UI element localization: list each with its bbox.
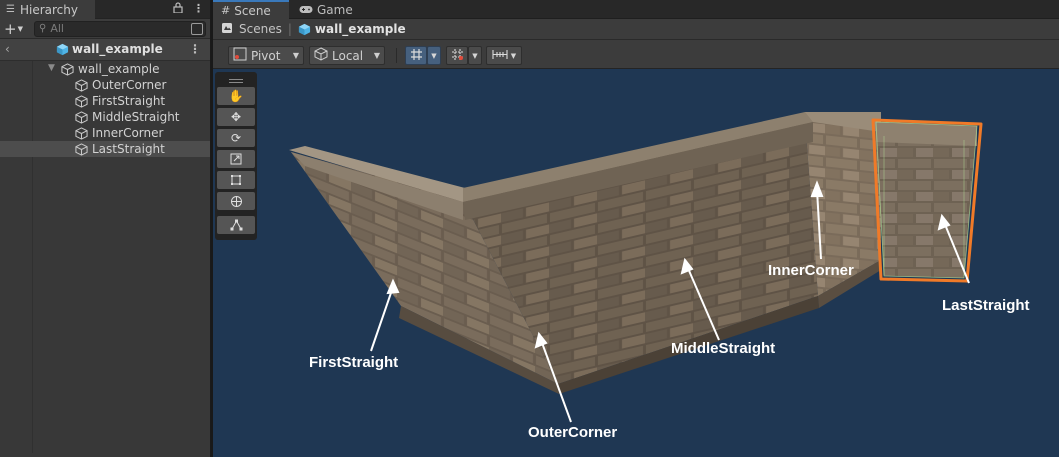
gameobject-cube-icon xyxy=(75,126,88,140)
breadcrumb-root[interactable]: Scenes xyxy=(239,22,282,36)
breadcrumb-current[interactable]: wall_example xyxy=(298,22,406,36)
pivot-icon xyxy=(233,47,247,64)
grid-dropdown[interactable]: ▼ xyxy=(468,46,482,65)
chevron-down-icon: ▼ xyxy=(373,51,380,60)
lock-icon[interactable] xyxy=(173,2,183,16)
increment-snap-button[interactable]: ▼ xyxy=(486,46,522,65)
cube-icon xyxy=(298,23,310,35)
hierarchy-tab-bar: ☰ Hierarchy ⋮ xyxy=(0,0,210,19)
gameobject-cube-icon xyxy=(75,94,88,108)
rotate-tool-icon[interactable]: ⟳ xyxy=(217,129,255,147)
tool-palette: ✋ ✥ ⟳ xyxy=(215,72,257,240)
tab-label: Game xyxy=(317,2,353,17)
tree-item-label: OuterCorner xyxy=(92,78,167,92)
tree-item-label: FirstStraight xyxy=(92,94,166,108)
hierarchy-search: ⚲ xyxy=(34,20,206,37)
gameobject-cube-icon xyxy=(75,110,88,124)
label-outer-corner: OuterCorner xyxy=(528,424,618,441)
tool-palette-grip[interactable] xyxy=(217,75,255,87)
gameobject-cube-icon xyxy=(75,142,88,156)
search-mode-icon[interactable] xyxy=(191,22,203,35)
wall-model xyxy=(289,112,983,423)
space-dropdown[interactable]: Local ▼ xyxy=(309,46,385,65)
hand-tool-icon[interactable]: ✋ xyxy=(217,87,255,105)
prefab-cube-icon xyxy=(61,62,74,76)
gamepad-icon xyxy=(299,3,313,17)
chevron-down-icon: ▼ xyxy=(17,24,23,33)
tab-scene[interactable]: # Scene xyxy=(213,0,289,19)
panel-menu-icon[interactable]: ⋮ xyxy=(193,2,204,16)
hierarchy-tab-title: Hierarchy xyxy=(19,2,78,17)
tree-item-label: LastStraight xyxy=(92,142,165,156)
cube-icon xyxy=(56,43,69,55)
scale-tool-icon[interactable] xyxy=(217,150,255,168)
tree-item-label: MiddleStraight xyxy=(92,110,180,124)
scene-panel: # Scene Game Scenes | wall_example Pivot… xyxy=(213,0,1059,457)
rect-tool-icon[interactable] xyxy=(217,171,255,189)
search-input[interactable] xyxy=(50,22,171,35)
label-last-straight: LastStraight xyxy=(942,297,1030,314)
grid-icon: # xyxy=(221,4,231,17)
tab-game[interactable]: Game xyxy=(291,0,361,19)
tree-item-wall-example[interactable]: ▼ wall_example xyxy=(0,61,210,77)
tree-item-first-straight[interactable]: FirstStraight xyxy=(0,93,210,109)
grid-visibility-toggle[interactable] xyxy=(446,46,468,65)
tree-item-outer-corner[interactable]: OuterCorner xyxy=(0,77,210,93)
chevron-down-icon: ▼ xyxy=(431,51,437,60)
breadcrumb: Scenes | wall_example xyxy=(213,19,1059,40)
label-middle-straight: MiddleStraight xyxy=(671,340,776,357)
create-button[interactable]: + ▼ xyxy=(4,19,30,38)
hierarchy-tree: ▼ wall_example OuterCorner FirstStraight… xyxy=(0,61,210,453)
scenes-folder-icon xyxy=(221,22,233,37)
breadcrumb-separator: | xyxy=(287,22,292,36)
tree-item-inner-corner[interactable]: InnerCorner xyxy=(0,125,210,141)
custom-editor-tool-icon[interactable] xyxy=(217,216,255,234)
move-tool-icon[interactable]: ✥ xyxy=(217,108,255,126)
chevron-down-icon: ▼ xyxy=(472,51,478,60)
grid-visibility-icon xyxy=(451,48,464,64)
plus-icon: + xyxy=(4,19,17,38)
scene-toolbar: Pivot ▼ Local ▼ ▼ ▼ ▼ xyxy=(213,40,1059,69)
tree-item-label: InnerCorner xyxy=(92,126,164,140)
hierarchy-toolbar: + ▼ ⚲ xyxy=(0,19,210,39)
grid-snap-toggle[interactable] xyxy=(405,46,427,65)
tree-item-middle-straight[interactable]: MiddleStraight xyxy=(0,109,210,125)
label-inner-corner: InnerCorner xyxy=(768,262,854,279)
scene-header[interactable]: ‹ wall_example ⋮ xyxy=(0,39,210,61)
pivot-dropdown[interactable]: Pivot ▼ xyxy=(228,46,304,65)
increment-snap-icon xyxy=(492,49,508,63)
tab-label: Scene xyxy=(234,3,271,18)
fold-arrow-icon[interactable]: ▼ xyxy=(48,63,55,73)
local-cube-icon xyxy=(314,47,328,64)
hierarchy-panel: ☰ Hierarchy ⋮ +▼ ⚲ ‹ wall_example ⋮ xyxy=(0,0,211,457)
scene-viewport[interactable]: ✋ ✥ ⟳ FirstStraight OuterCorner MiddleSt… xyxy=(213,70,1059,457)
tree-item-label: wall_example xyxy=(78,62,160,76)
chevron-down-icon: ▼ xyxy=(292,51,299,60)
tree-item-last-straight[interactable]: LastStraight xyxy=(0,141,210,157)
back-arrow-icon[interactable]: ‹ xyxy=(5,42,10,56)
pivot-label: Pivot xyxy=(251,48,281,63)
grid-snap-icon xyxy=(410,48,423,64)
transform-tool-icon[interactable] xyxy=(217,192,255,210)
search-icon: ⚲ xyxy=(39,23,47,34)
breadcrumb-current-label: wall_example xyxy=(314,22,406,36)
chevron-down-icon: ▼ xyxy=(510,51,517,60)
list-icon: ☰ xyxy=(6,4,15,15)
scene-tab-bar: # Scene Game xyxy=(213,0,1059,19)
scene-menu-icon[interactable]: ⋮ xyxy=(189,42,201,56)
gameobject-cube-icon xyxy=(75,78,88,92)
scene-name: wall_example xyxy=(72,42,163,56)
hierarchy-tab[interactable]: ☰ Hierarchy xyxy=(0,0,95,19)
space-label: Local xyxy=(332,48,364,63)
label-first-straight: FirstStraight xyxy=(309,354,399,371)
grid-snap-dropdown[interactable]: ▼ xyxy=(427,46,441,65)
